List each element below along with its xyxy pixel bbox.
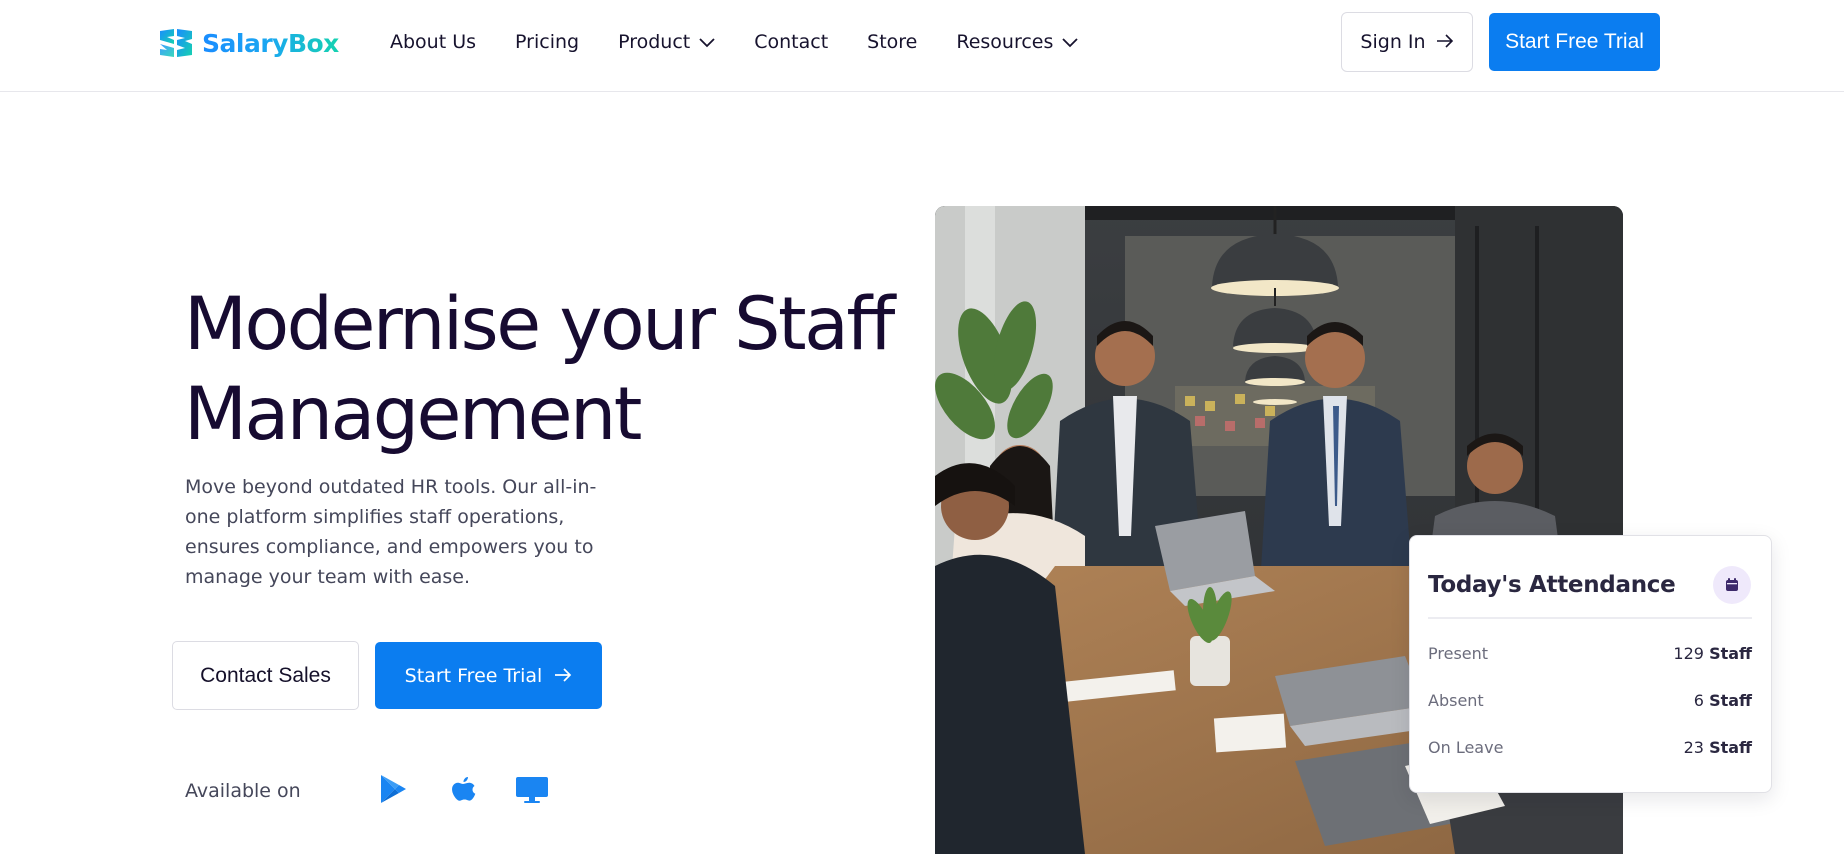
start-free-trial-nav-button[interactable]: Start Free Trial (1489, 13, 1660, 71)
attendance-label: Absent (1428, 691, 1484, 710)
contact-sales-button[interactable]: Contact Sales (172, 641, 359, 710)
chevron-down-icon (1062, 31, 1079, 53)
apple-icon[interactable] (449, 773, 477, 810)
google-play-icon[interactable] (379, 773, 407, 810)
brand-name: SalaryBox (202, 28, 339, 58)
start-free-trial-button[interactable]: Start Free Trial (375, 642, 602, 709)
salarybox-logo-icon (160, 29, 192, 57)
hero-title: Modernise your Staff Management (184, 282, 895, 457)
nav-link-label: Pricing (515, 31, 580, 53)
nav-link-about-us[interactable]: About Us (390, 31, 476, 53)
attendance-row-present: Present 129 Staff (1428, 644, 1752, 663)
nav-link-store[interactable]: Store (867, 31, 917, 53)
attendance-value: 23 Staff (1684, 738, 1752, 757)
attendance-card: Today's Attendance Present 129 Staff Abs… (1409, 535, 1772, 793)
attendance-unit: Staff (1709, 644, 1752, 663)
hero-description: Move beyond outdated HR tools. Our all-i… (185, 476, 597, 588)
contact-sales-label: Contact Sales (200, 663, 331, 687)
nav-link-label: About Us (390, 31, 477, 53)
desktop-icon[interactable] (515, 773, 549, 810)
attendance-row-on-leave: On Leave 23 Staff (1428, 738, 1752, 757)
nav-link-resources[interactable]: Resources (956, 31, 1079, 53)
attendance-value: 6 Staff (1694, 691, 1752, 710)
trial-label: Start Free Trial (404, 664, 543, 687)
attendance-unit: Staff (1709, 691, 1752, 710)
attendance-label: Present (1428, 644, 1489, 663)
calendar-icon (1713, 566, 1751, 604)
available-on-label: Available on (185, 780, 301, 802)
nav-link-label: Contact (754, 31, 829, 53)
arrow-right-icon (554, 665, 572, 687)
attendance-count: 129 (1673, 644, 1704, 663)
attendance-title: Today's Attendance (1428, 572, 1676, 598)
nav-link-label: Resources (956, 31, 1054, 53)
trial-label: Start Free Trial (1505, 30, 1644, 53)
card-divider (1428, 617, 1752, 619)
nav-link-product[interactable]: Product (618, 31, 715, 53)
sign-in-label: Sign In (1360, 31, 1426, 53)
arrow-right-icon (1436, 31, 1454, 53)
attendance-count: 6 (1693, 691, 1704, 710)
attendance-unit: Staff (1709, 738, 1752, 757)
chevron-down-icon (699, 31, 715, 53)
top-navbar: SalaryBox About Us Pricing Product Conta… (0, 0, 1844, 92)
nav-link-pricing[interactable]: Pricing (515, 31, 579, 53)
main-nav: About Us Pricing Product Contact Store R… (390, 31, 1079, 53)
nav-link-label: Product (618, 31, 691, 53)
attendance-label: On Leave (1428, 738, 1504, 757)
attendance-count: 23 (1683, 738, 1704, 757)
brand-logo[interactable]: SalaryBox (158, 26, 339, 60)
attendance-row-absent: Absent 6 Staff (1428, 691, 1752, 710)
attendance-value: 129 Staff (1673, 644, 1752, 663)
sign-in-button[interactable]: Sign In (1341, 12, 1473, 72)
nav-link-contact[interactable]: Contact (754, 31, 828, 53)
nav-link-label: Store (867, 31, 918, 53)
